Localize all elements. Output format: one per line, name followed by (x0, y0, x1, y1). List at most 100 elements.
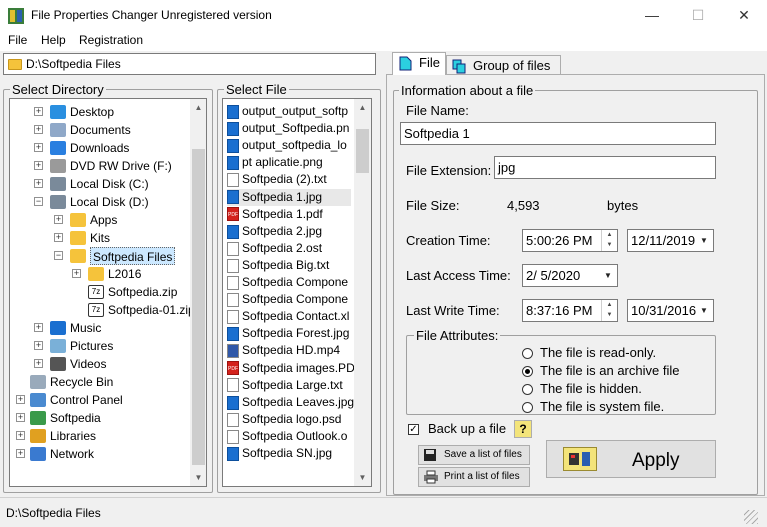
tree-scrollbar[interactable]: ▲ ▼ (190, 99, 206, 486)
expand-icon[interactable]: + (34, 125, 43, 134)
file-scrollbar[interactable]: ▲ ▼ (354, 99, 371, 486)
time-spinner[interactable]: ▲ ▼ (601, 230, 617, 251)
file-name-field[interactable]: Softpedia 1 (400, 122, 716, 145)
scroll-down-arrow-icon[interactable]: ▼ (354, 469, 371, 486)
file-list-item[interactable]: Softpedia Big.txt (227, 257, 351, 274)
file-list-item[interactable]: output_softpedia_lo (227, 137, 351, 154)
tab-file[interactable]: File (392, 52, 446, 75)
backup-checkbox[interactable]: ✓ (408, 424, 419, 435)
collapse-icon[interactable]: − (34, 197, 43, 206)
attribute-radio[interactable] (522, 348, 533, 359)
tree-item[interactable]: Local Disk (C:) (70, 175, 149, 193)
maximize-button[interactable]: ☐ (675, 0, 721, 31)
tree-item[interactable]: Softpedia-01.zip (108, 301, 195, 319)
file-list-item[interactable]: Softpedia logo.psd (227, 411, 351, 428)
file-ext-field[interactable]: jpg (494, 156, 716, 179)
expand-icon[interactable]: + (34, 323, 43, 332)
expand-icon[interactable]: + (34, 107, 43, 116)
chevron-down-icon[interactable]: ▼ (696, 231, 712, 250)
tree-item[interactable]: Local Disk (D:) (70, 193, 149, 211)
attribute-radio[interactable] (522, 384, 533, 395)
file-list-item[interactable]: pt aplicatie.png (227, 154, 351, 171)
file-list-item[interactable]: Softpedia Large.txt (227, 377, 351, 394)
save-list-button[interactable]: Save a list of files (418, 445, 530, 465)
expand-icon[interactable]: + (16, 431, 25, 440)
print-list-button[interactable]: Print a list of files (418, 467, 530, 487)
expand-icon[interactable]: + (34, 341, 43, 350)
expand-icon[interactable]: + (54, 233, 63, 242)
scroll-up-arrow-icon[interactable]: ▲ (354, 99, 371, 116)
minimize-button[interactable]: — (629, 0, 675, 31)
chevron-down-icon[interactable]: ▼ (600, 266, 616, 285)
expand-icon[interactable]: + (16, 413, 25, 422)
resize-grip[interactable] (744, 510, 758, 524)
write-time-field[interactable]: 8:37:16 PM ▲ ▼ (522, 299, 618, 322)
file-list-item[interactable]: Softpedia Outlook.o (227, 428, 351, 445)
attribute-radio[interactable] (522, 402, 533, 413)
tree-item[interactable]: Music (70, 319, 101, 337)
file-list-item[interactable]: Softpedia 2.jpg (227, 223, 351, 240)
apply-button[interactable]: Apply (546, 440, 716, 478)
tree-item[interactable]: Documents (70, 121, 131, 139)
file-list-item[interactable]: Softpedia 2.ost (227, 240, 351, 257)
file-list-item[interactable]: PDF Softpedia 1.pdf (227, 206, 351, 223)
file-list[interactable]: output_output_softp output_Softpedia.pn ou… (222, 98, 372, 487)
creation-time-field[interactable]: 5:00:26 PM ▲ ▼ (522, 229, 618, 252)
tree-item[interactable]: Pictures (70, 337, 113, 355)
file-list-item[interactable]: Softpedia 1.jpg (227, 188, 351, 206)
scroll-thumb[interactable] (356, 129, 369, 173)
tree-item[interactable]: Libraries (50, 427, 96, 445)
tab-group-of-files[interactable]: Group of files (446, 55, 561, 75)
time-spinner[interactable]: ▲ ▼ (601, 300, 617, 321)
file-list-item[interactable]: Softpedia Compone (227, 274, 351, 291)
file-list-item[interactable]: output_Softpedia.pn (227, 120, 351, 137)
tree-item[interactable]: Softpedia (50, 409, 101, 427)
file-list-item[interactable]: Softpedia Leaves.jpg (227, 394, 354, 411)
collapse-icon[interactable]: − (54, 251, 63, 260)
file-list-item[interactable]: Softpedia SN.jpg (227, 445, 351, 462)
chevron-down-icon[interactable]: ▼ (696, 301, 712, 320)
creation-date-field[interactable]: 12/11/2019 ▼ (627, 229, 714, 252)
expand-icon[interactable]: + (34, 179, 43, 188)
path-field[interactable]: D:\Softpedia Files (3, 53, 376, 75)
file-list-item[interactable]: Softpedia (2).txt (227, 171, 351, 188)
attribute-label: The file is an archive file (540, 363, 680, 378)
file-list-item[interactable]: PDF Softpedia images.PD (227, 360, 355, 377)
tree-item[interactable]: Softpedia.zip (108, 283, 177, 301)
expand-icon[interactable]: + (34, 359, 43, 368)
expand-icon[interactable]: + (34, 143, 43, 152)
tree-item[interactable]: L2016 (108, 265, 141, 283)
file-list-item[interactable]: Softpedia Forest.jpg (227, 325, 351, 342)
expand-icon[interactable]: + (34, 161, 43, 170)
scroll-thumb[interactable] (192, 149, 205, 465)
tree-item[interactable]: DVD RW Drive (F:) (70, 157, 172, 175)
menu-registration[interactable]: Registration (79, 33, 143, 47)
tree-item[interactable]: Apps (90, 211, 117, 229)
menu-help[interactable]: Help (41, 33, 66, 47)
tree-item[interactable]: Downloads (70, 139, 129, 157)
scroll-up-arrow-icon[interactable]: ▲ (190, 99, 206, 116)
scroll-down-arrow-icon[interactable]: ▼ (190, 469, 206, 486)
close-button[interactable]: ✕ (721, 0, 767, 31)
menu-file[interactable]: File (8, 33, 27, 47)
tree-item[interactable]: Recycle Bin (50, 373, 113, 391)
file-list-item[interactable]: Softpedia Contact.xl (227, 308, 351, 325)
tree-item[interactable]: Softpedia Files (90, 247, 176, 265)
tree-item[interactable]: Kits (90, 229, 110, 247)
tree-item[interactable]: Videos (70, 355, 106, 373)
access-date-field[interactable]: 2/ 5/2020 ▼ (522, 264, 618, 287)
expand-icon[interactable]: + (16, 395, 25, 404)
file-list-item[interactable]: Softpedia HD.mp4 (227, 342, 351, 359)
help-button[interactable]: ? (514, 420, 532, 438)
expand-icon[interactable]: + (16, 449, 25, 458)
tree-item[interactable]: Control Panel (50, 391, 123, 409)
expand-icon[interactable]: + (72, 269, 81, 278)
tree-item[interactable]: Desktop (70, 103, 114, 121)
file-list-item[interactable]: Softpedia Compone (227, 291, 351, 308)
tree-item[interactable]: Network (50, 445, 94, 463)
expand-icon[interactable]: + (54, 215, 63, 224)
directory-tree[interactable]: + Desktop + Documents + Downloads + DVD RW Driv… (9, 98, 207, 487)
write-date-field[interactable]: 10/31/2016 ▼ (627, 299, 714, 322)
attribute-radio[interactable] (522, 366, 533, 377)
file-list-item[interactable]: output_output_softp (227, 103, 351, 120)
